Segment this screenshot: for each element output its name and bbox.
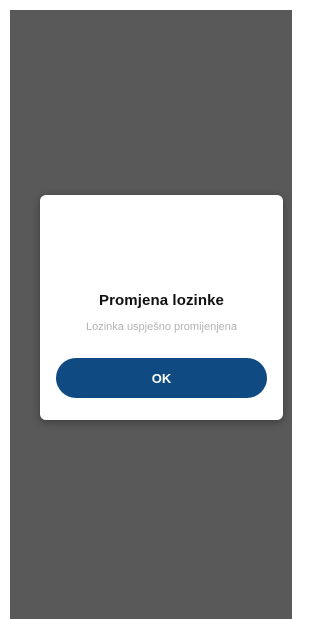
dialog-title: Promjena lozinke (99, 292, 224, 309)
dialog-message: Lozinka uspješno promijenjena (85, 321, 238, 333)
ok-button[interactable]: OK (56, 358, 267, 398)
password-changed-dialog: Promjena lozinke Lozinka uspješno promij… (40, 195, 283, 420)
